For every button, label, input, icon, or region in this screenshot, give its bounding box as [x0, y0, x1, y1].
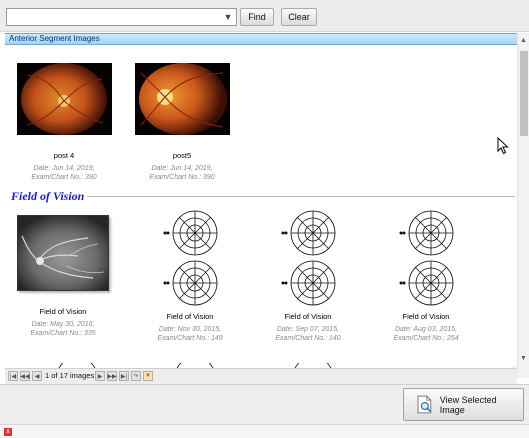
thumbnail-exam: Exam/Chart No.: 149 [157, 335, 223, 342]
visual-field-chart[interactable] [155, 208, 225, 308]
filter-icon[interactable]: ▼ [143, 371, 153, 381]
thumbnail-exam: Exam/Chart No.: 390 [149, 174, 215, 181]
fundus-image[interactable] [135, 63, 230, 135]
thumbnail-caption: Field of Vision [166, 312, 214, 321]
image-viewer: Anterior Segment Images post 4 Date: Jun… [5, 33, 517, 384]
mouse-cursor-icon [497, 137, 509, 155]
status-bar: x [0, 424, 529, 438]
thumbnail-exam: Exam/Chart No.: 335 [30, 330, 96, 337]
thumbnail-date: Date: Jun 14, 2019, [33, 165, 95, 172]
thumbnail-caption: post 4 [53, 151, 75, 160]
scroll-up-icon[interactable]: ▲ [518, 35, 529, 46]
scroll-down-icon[interactable]: ▼ [518, 353, 529, 364]
search-toolbar: ▼ Find Clear [0, 0, 529, 32]
prev-page-icon[interactable]: ◀◀ [20, 371, 30, 381]
search-combo[interactable]: ▼ [6, 8, 237, 26]
last-page-icon[interactable]: ▶| [119, 371, 129, 381]
thumbnail-date: Date: Aug 03, 2015, [394, 326, 457, 333]
document-search-icon [417, 395, 432, 413]
fast-forward-icon[interactable]: ▶▶ [107, 371, 117, 381]
thumbnail-caption: post5 [172, 151, 192, 160]
next-page-icon[interactable]: ▶ [95, 371, 105, 381]
section-header-anterior: Anterior Segment Images [5, 33, 517, 45]
visual-field-chart[interactable] [273, 208, 343, 308]
visual-field-chart[interactable] [391, 208, 461, 308]
pager-toolbar: |◀ ◀◀ ◀ 1 of 17 images ▶ ▶▶ ▶| ↷ ▼ [5, 368, 517, 384]
vertical-scrollbar[interactable]: ▲ ▼ [517, 33, 529, 366]
view-selected-image-button[interactable]: View Selected Image [403, 388, 524, 421]
fundus-image[interactable] [17, 63, 112, 135]
action-panel: View Selected Image [0, 384, 529, 424]
thumbnail-date: Date: Sep 07, 2015, [276, 326, 340, 333]
thumbnail-date: Date: Jun 14, 2019, [151, 165, 213, 172]
page-indicator: 1 of 17 images [45, 371, 95, 380]
section-divider [87, 196, 515, 197]
thumbnail-date: Date: May 30, 2016, [31, 321, 95, 328]
scrollbar-thumb[interactable] [520, 51, 528, 136]
view-selected-label: View Selected Image [439, 394, 497, 415]
image-browser-window: ▼ Find Clear Anterior Segment Images pos… [0, 0, 529, 438]
prev-icon[interactable]: ◀ [32, 371, 42, 381]
angiogram-image[interactable] [17, 215, 109, 291]
find-button[interactable]: Find [240, 8, 274, 26]
section-title-field-of-vision: Field of Vision [11, 189, 85, 203]
chevron-down-icon[interactable]: ▼ [221, 10, 235, 24]
close-icon[interactable]: x [4, 428, 12, 436]
thumbnail-date: Date: Nov 30, 2015, [158, 326, 222, 333]
search-input[interactable] [9, 10, 219, 24]
thumbnail-exam: Exam/Chart No.: 254 [393, 335, 459, 342]
refresh-icon[interactable]: ↷ [131, 371, 141, 381]
clear-button[interactable]: Clear [281, 8, 317, 26]
thumbnail-caption: Field of Vision [39, 307, 87, 316]
first-page-icon[interactable]: |◀ [8, 371, 18, 381]
thumbnail-exam: Exam/Chart No.: 390 [31, 174, 97, 181]
thumbnail-exam: Exam/Chart No.: 140 [275, 335, 341, 342]
thumbnail-caption: Field of Vision [284, 312, 332, 321]
thumbnail-caption: Field of Vision [402, 312, 450, 321]
